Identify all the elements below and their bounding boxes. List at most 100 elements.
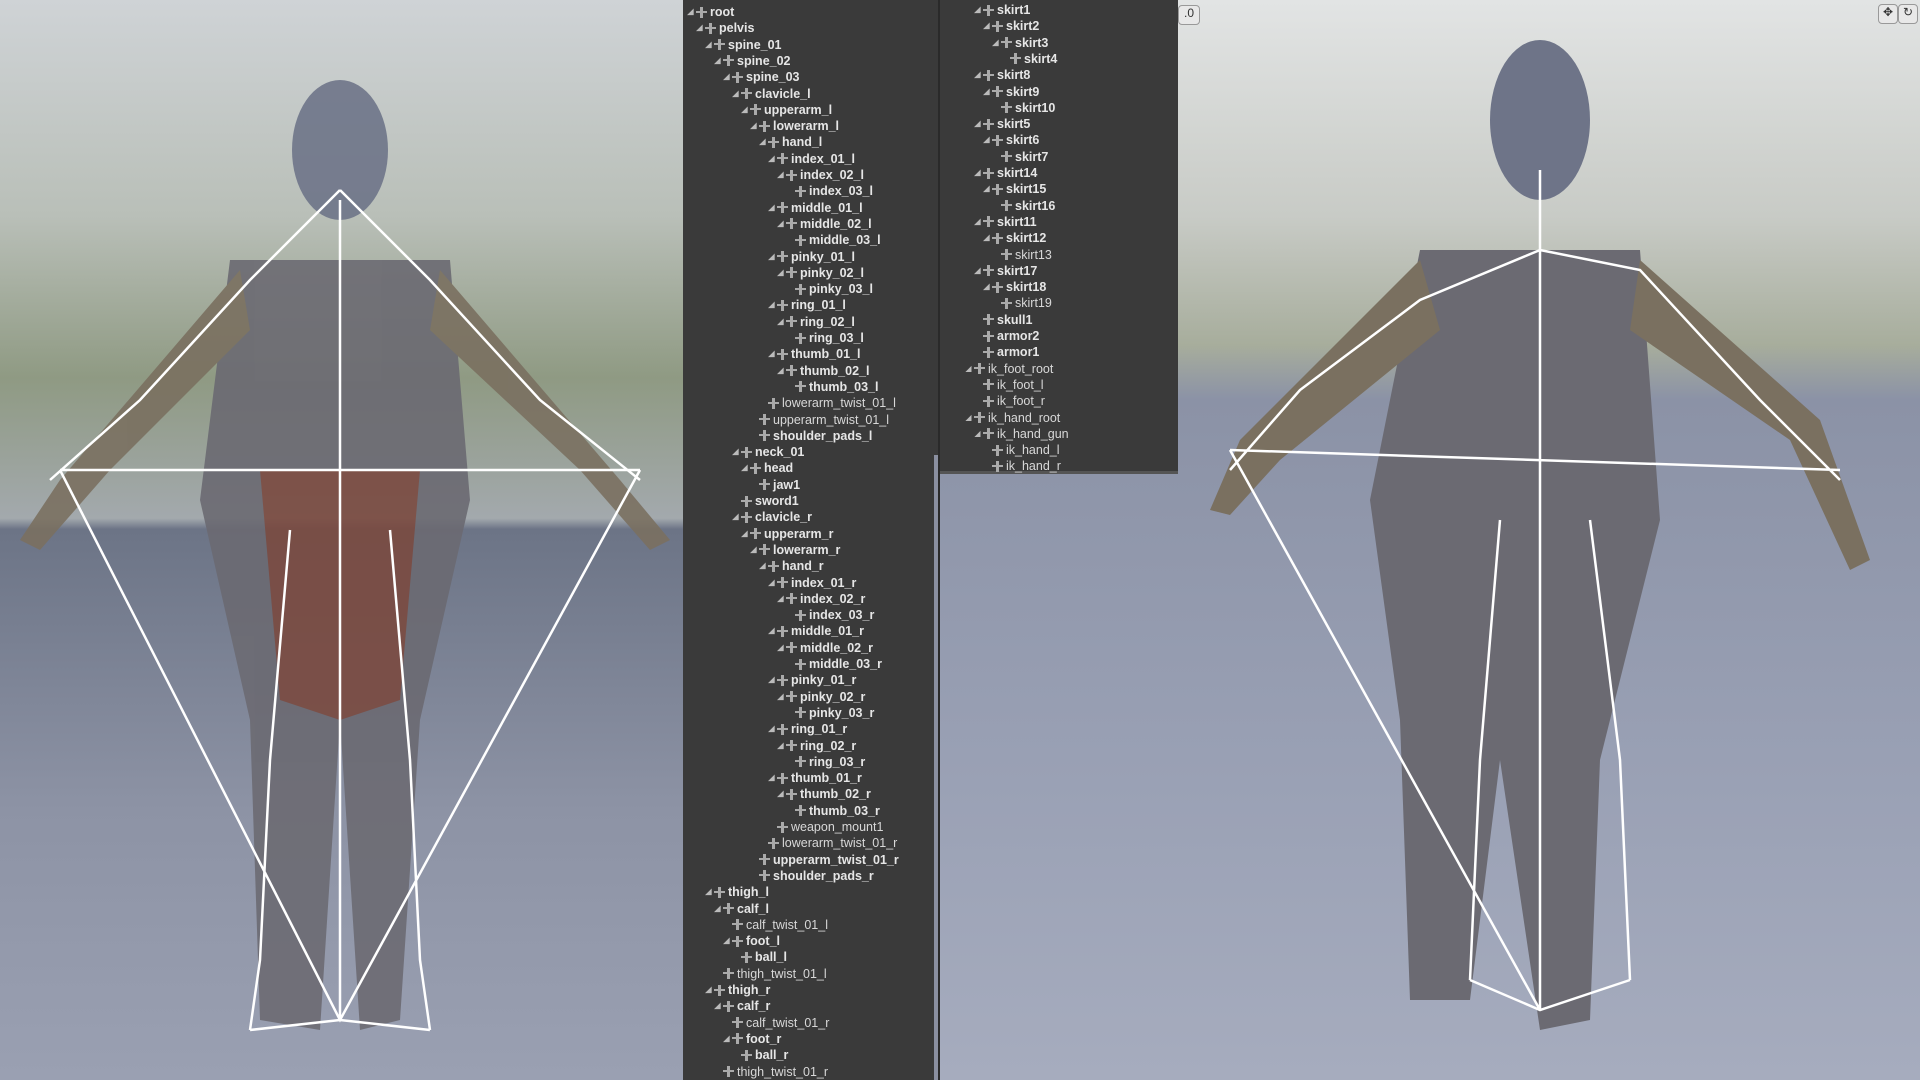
bone-tree-item[interactable]: thigh_twist_01_r (713, 1064, 828, 1080)
expand-arrow-icon[interactable]: ◢ (731, 444, 740, 460)
bone-tree-item[interactable]: ◢ root (686, 4, 734, 20)
expand-arrow-icon[interactable]: ◢ (749, 542, 758, 558)
bone-tree-item[interactable]: ◢ hand_r (758, 558, 823, 574)
expand-arrow-icon[interactable]: ◢ (767, 249, 776, 265)
bone-tree-item[interactable]: ◢ ik_hand_root (964, 410, 1060, 426)
expand-arrow-icon[interactable]: ◢ (713, 998, 722, 1014)
expand-arrow-icon[interactable]: ◢ (767, 151, 776, 167)
expand-arrow-icon[interactable]: ◢ (973, 116, 982, 132)
bone-tree-item[interactable]: thumb_03_r (785, 803, 880, 819)
expand-arrow-icon[interactable]: ◢ (982, 181, 991, 197)
expand-arrow-icon[interactable]: ◢ (982, 230, 991, 246)
bone-tree-item[interactable]: calf_twist_01_r (722, 1015, 829, 1031)
bone-tree-item[interactable]: ◢ upperarm_r (740, 526, 833, 542)
bone-tree-item[interactable]: ◢ skirt1 (973, 2, 1030, 18)
bone-tree-item[interactable]: ◢ index_02_l (776, 167, 864, 183)
bone-tree-item[interactable]: ◢ ring_02_l (776, 314, 854, 330)
bone-tree-item[interactable]: shoulder_pads_l (749, 428, 872, 444)
bone-tree-item[interactable]: ◢ pinky_01_l (767, 249, 855, 265)
bone-tree-item[interactable]: ◢ clavicle_l (731, 86, 810, 102)
bone-tree-item[interactable]: ball_r (731, 1047, 788, 1063)
bone-tree-item[interactable]: ◢ thumb_01_r (767, 770, 861, 786)
expand-arrow-icon[interactable]: ◢ (767, 770, 776, 786)
expand-arrow-icon[interactable]: ◢ (982, 18, 991, 34)
bone-tree-item[interactable]: ◢ lowerarm_l (749, 118, 839, 134)
expand-arrow-icon[interactable]: ◢ (982, 132, 991, 148)
bone-tree-item[interactable]: upperarm_twist_01_l (749, 412, 889, 428)
bone-tree-item[interactable]: ring_03_r (785, 754, 865, 770)
bone-tree-item[interactable]: skirt10 (991, 100, 1055, 116)
bone-tree-item[interactable]: ◢ clavicle_r (731, 509, 812, 525)
bone-tree-item[interactable]: thigh_twist_01_l (713, 966, 827, 982)
expand-arrow-icon[interactable]: ◢ (982, 279, 991, 295)
expand-arrow-icon[interactable]: ◢ (731, 509, 740, 525)
expand-arrow-icon[interactable]: ◢ (767, 346, 776, 362)
expand-arrow-icon[interactable]: ◢ (767, 297, 776, 313)
bone-tree-item[interactable]: ◢ pinky_01_r (767, 672, 856, 688)
bone-tree-item[interactable]: shoulder_pads_r (749, 868, 874, 884)
bone-tree-item[interactable]: pinky_03_l (785, 281, 873, 297)
bone-tree-item[interactable]: calf_twist_01_l (722, 917, 828, 933)
bone-tree-item[interactable]: ◢ middle_01_l (767, 200, 862, 216)
bone-tree-item[interactable]: ◢ thumb_02_r (776, 786, 870, 802)
bone-tree-item[interactable]: ik_hand_r (982, 458, 1061, 474)
bone-tree-item[interactable]: armor2 (973, 328, 1039, 344)
bone-tree-item[interactable]: ik_hand_l (982, 442, 1060, 458)
bone-tree-item[interactable]: ◢ pelvis (695, 20, 754, 36)
tree-scrollbar[interactable] (934, 455, 938, 1080)
expand-arrow-icon[interactable]: ◢ (704, 37, 713, 53)
expand-arrow-icon[interactable]: ◢ (776, 738, 785, 754)
bone-tree-item[interactable]: ◢ ring_01_l (767, 297, 845, 313)
skeleton-tree-panel-continued[interactable]: ◢ skirt1 ◢ skirt2 ◢ skirt3 skirt4 ◢ skirt8 ◢ skirt… (940, 0, 1178, 474)
bone-tree-item[interactable]: upperarm_twist_01_r (749, 852, 899, 868)
bone-tree-item[interactable]: ik_foot_l (973, 377, 1044, 393)
expand-arrow-icon[interactable]: ◢ (776, 216, 785, 232)
bone-tree-item[interactable]: skirt13 (991, 247, 1052, 263)
expand-arrow-icon[interactable]: ◢ (758, 134, 767, 150)
bone-tree-item[interactable]: sword1 (731, 493, 799, 509)
bone-tree-item[interactable]: ◢ index_02_r (776, 591, 865, 607)
expand-arrow-icon[interactable]: ◢ (964, 361, 973, 377)
expand-arrow-icon[interactable]: ◢ (713, 53, 722, 69)
bone-tree-item[interactable]: armor1 (973, 344, 1039, 360)
bone-tree-item[interactable]: index_03_l (785, 183, 873, 199)
bone-tree-item[interactable]: ◢ upperarm_l (740, 102, 832, 118)
expand-arrow-icon[interactable]: ◢ (776, 640, 785, 656)
bone-tree-item[interactable]: ◢ pinky_02_r (776, 689, 865, 705)
bone-tree-item[interactable]: ◢ spine_01 (704, 37, 781, 53)
expand-arrow-icon[interactable]: ◢ (776, 265, 785, 281)
bone-tree-item[interactable]: ◢ thumb_01_l (767, 346, 860, 362)
expand-arrow-icon[interactable]: ◢ (740, 102, 749, 118)
viewport-speed-button[interactable]: .0 (1178, 5, 1200, 25)
bone-tree-item[interactable]: skirt7 (991, 149, 1048, 165)
bone-tree-item[interactable]: ◢ spine_02 (713, 53, 790, 69)
bone-tree-item[interactable]: ◢ head (740, 460, 793, 476)
expand-arrow-icon[interactable]: ◢ (722, 933, 731, 949)
expand-arrow-icon[interactable]: ◢ (973, 214, 982, 230)
expand-arrow-icon[interactable]: ◢ (776, 363, 785, 379)
expand-arrow-icon[interactable]: ◢ (973, 263, 982, 279)
expand-arrow-icon[interactable]: ◢ (767, 623, 776, 639)
bone-tree-item[interactable]: ◢ skirt8 (973, 67, 1030, 83)
bone-tree-item[interactable]: ◢ ring_02_r (776, 738, 856, 754)
bone-tree-item[interactable]: ◢ ik_foot_root (964, 361, 1053, 377)
expand-arrow-icon[interactable]: ◢ (731, 86, 740, 102)
expand-arrow-icon[interactable]: ◢ (776, 314, 785, 330)
bone-tree-item[interactable]: skirt19 (991, 295, 1052, 311)
bone-tree-item[interactable]: ◢ ik_hand_gun (973, 426, 1068, 442)
bone-tree-item[interactable]: ◢ calf_l (713, 901, 769, 917)
bone-tree-item[interactable]: ◢ skirt12 (982, 230, 1046, 246)
expand-arrow-icon[interactable]: ◢ (740, 460, 749, 476)
bone-tree-item[interactable]: weapon_mount1 (767, 819, 883, 835)
expand-arrow-icon[interactable]: ◢ (749, 118, 758, 134)
bone-tree-item[interactable]: thumb_03_l (785, 379, 878, 395)
bone-tree-item[interactable]: ◢ index_01_l (767, 151, 855, 167)
bone-tree-item[interactable]: ◢ thigh_l (704, 884, 769, 900)
expand-arrow-icon[interactable]: ◢ (758, 558, 767, 574)
bone-tree-item[interactable]: ◢ hand_l (758, 134, 822, 150)
expand-arrow-icon[interactable]: ◢ (767, 672, 776, 688)
expand-arrow-icon[interactable]: ◢ (973, 165, 982, 181)
expand-arrow-icon[interactable]: ◢ (776, 167, 785, 183)
viewport-left[interactable] (0, 0, 683, 1080)
bone-tree-item[interactable]: jaw1 (749, 477, 800, 493)
